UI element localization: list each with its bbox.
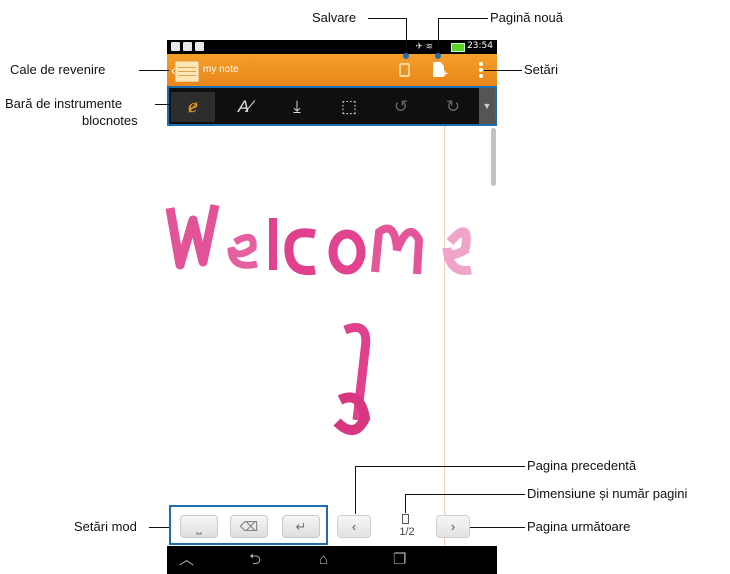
battery-icon	[451, 43, 465, 52]
ink-music-note-head	[333, 392, 371, 435]
callout-toolbar-line1: Bară de instrumente	[5, 96, 123, 111]
callout-next-page: Pagina următoare	[527, 519, 631, 534]
email-icon	[183, 42, 192, 51]
nav-recent-icon[interactable]: ❐	[393, 551, 406, 569]
undo-icon[interactable]: ↺	[379, 92, 423, 122]
wifi-icon: ✈ ≋	[415, 41, 433, 51]
ink-letter-o	[328, 229, 366, 275]
action-bar: ‹ my note +	[167, 54, 497, 86]
redo-icon[interactable]: ↻	[431, 92, 475, 122]
insert-icon[interactable]: ⤓	[275, 92, 319, 122]
previous-page-icon[interactable]: ‹	[337, 515, 371, 538]
scrollbar[interactable]	[491, 128, 496, 186]
note-icon[interactable]	[175, 61, 199, 82]
callout-dot-new-page	[435, 53, 441, 59]
new-page-plus-icon: +	[442, 69, 448, 80]
overflow-arrow-icon[interactable]: ▼	[479, 88, 495, 124]
status-time: 23:54	[467, 41, 493, 51]
text-mode-icon[interactable]: A⁄	[223, 92, 267, 122]
menu-dots-icon[interactable]	[479, 62, 483, 78]
ink-letter-e	[227, 233, 258, 269]
callout-settings: Setări	[524, 62, 558, 77]
save-icon[interactable]	[399, 63, 410, 77]
space-key-icon[interactable]: ⎵	[180, 515, 218, 538]
callout-page-size-count: Dimensiune și număr pagini	[527, 486, 688, 501]
ink-letter-m	[371, 224, 424, 275]
nav-collapse-icon[interactable]: ︿	[179, 551, 194, 569]
callout-new-page: Pagină nouă	[490, 10, 564, 25]
note-title: my note	[203, 64, 239, 75]
system-nav-bar: ︿ ⮌ ⌂ ❐	[167, 546, 497, 574]
next-page-icon[interactable]: ›	[436, 515, 470, 538]
ink-letter-c	[284, 228, 316, 276]
select-icon[interactable]: ⬚	[327, 92, 371, 122]
callout-previous-page: Pagina precedentă	[527, 458, 637, 473]
enter-key-icon[interactable]: ↵	[282, 515, 320, 538]
ink-letter-w	[165, 204, 220, 270]
nav-home-icon[interactable]: ⌂	[319, 551, 328, 569]
notification-icon	[171, 42, 180, 51]
callout-return-path: Cale de revenire	[10, 62, 106, 77]
ink-letter-e2	[442, 227, 472, 276]
callout-save: Salvare	[312, 10, 357, 25]
pen-icon[interactable]: ℯ̷	[171, 92, 215, 122]
media-icon	[195, 42, 204, 51]
page-count: 1/2	[399, 526, 415, 538]
backspace-key-icon[interactable]: ⌫	[230, 515, 268, 538]
page-size-icon[interactable]	[402, 514, 409, 524]
handwriting-canvas[interactable]	[165, 190, 485, 450]
nav-back-icon[interactable]: ⮌	[249, 551, 261, 569]
notebook-toolbar: ℯ̷ A⁄ ⤓ ⬚ ↺ ↻ ▼	[167, 86, 497, 126]
callout-mode-settings: Setări mod	[74, 519, 137, 534]
status-bar: ✈ ≋ 23:54	[167, 40, 497, 54]
callout-toolbar-line2: blocnotes	[82, 113, 138, 128]
callout-dot-save	[403, 53, 409, 59]
